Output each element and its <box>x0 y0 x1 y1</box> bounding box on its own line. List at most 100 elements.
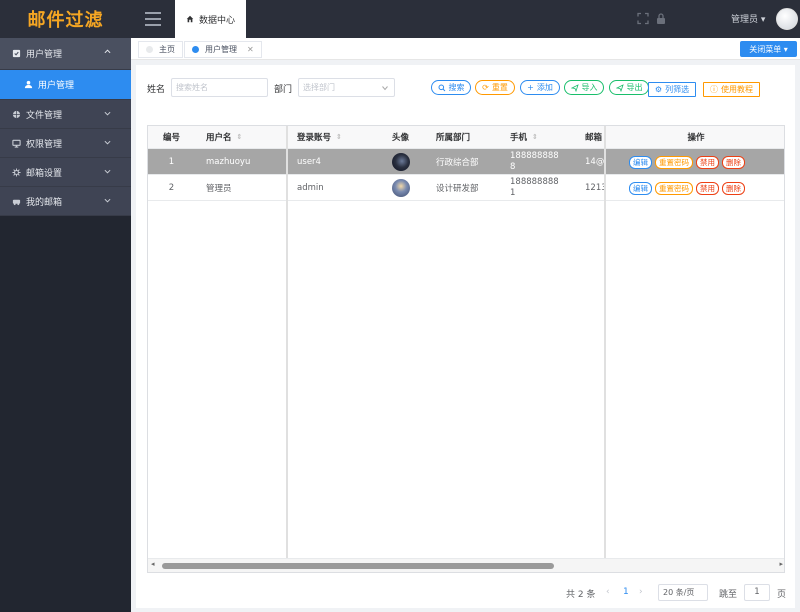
col-header-ops: 操作 <box>606 126 784 149</box>
page-unit-label: 页 <box>777 590 787 600</box>
column-filter-button[interactable]: ⚙ 列筛选 <box>648 82 696 97</box>
sort-icon[interactable]: ⇕ <box>336 133 342 141</box>
import-button[interactable]: 导入 <box>564 80 604 95</box>
export-button-label: 导出 <box>626 83 643 92</box>
add-button-label: 添加 <box>536 83 553 92</box>
fixed-column-divider <box>286 126 288 558</box>
sidebar-item-mailbox-settings[interactable]: 邮箱设置 <box>0 158 131 187</box>
search-icon <box>438 84 445 91</box>
tab-close-icon[interactable]: ✕ <box>247 45 254 54</box>
reset-button-label: 重置 <box>491 83 508 92</box>
close-menu-button[interactable]: 关闭菜单 ▾ <box>740 41 797 57</box>
horizontal-scrollbar[interactable]: ◂ ▸ <box>148 558 784 572</box>
add-button[interactable]: + 添加 <box>520 80 560 95</box>
export-button[interactable]: 导出 <box>609 80 649 95</box>
chevron-down-icon <box>104 111 111 116</box>
prev-page-icon[interactable]: ‹ <box>606 587 610 597</box>
search-button[interactable]: 搜索 <box>431 80 471 95</box>
page-size-select[interactable]: 20 条/页 <box>658 584 708 601</box>
delete-button[interactable]: 删除 <box>722 155 745 169</box>
page-number[interactable]: 1 <box>623 587 629 597</box>
edit-button[interactable]: 编辑 <box>629 181 652 195</box>
gear-icon: ⚙ <box>654 85 663 94</box>
lock-icon[interactable] <box>655 12 667 25</box>
tab-home-label: 主页 <box>159 45 175 54</box>
scrollbar-thumb[interactable] <box>162 563 554 569</box>
reset-button[interactable]: ⟳ 重置 <box>475 80 515 95</box>
page-size-value: 20 条/页 <box>663 588 695 597</box>
checkbox-icon <box>12 49 21 58</box>
chevron-down-icon <box>104 169 111 174</box>
col-header-phone[interactable]: 手机 ⇕ <box>510 126 580 149</box>
sidebar-item-label: 用户管理 <box>26 50 63 60</box>
chevron-up-icon <box>104 49 111 54</box>
tab-dot-icon <box>192 46 199 53</box>
top-header: 数据中心 管理员 ▾ <box>131 0 800 38</box>
sidebar-item-label: 邮箱设置 <box>26 168 63 179</box>
sidebar-item-file-management[interactable]: 文件管理 <box>0 100 131 129</box>
user-table: 编号 用户名 ⇕ 登录账号 ⇕ 头像 所属部门 手机 ⇕ 邮箱 操作 1 mazhuo… <box>147 125 785 573</box>
refresh-icon: ⟳ <box>482 83 489 92</box>
col-header-username[interactable]: 用户名 ⇕ <box>206 126 286 149</box>
tab-home[interactable]: 主页 <box>138 41 183 58</box>
goto-label: 跳至 <box>719 590 738 600</box>
disable-button[interactable]: 禁用 <box>696 181 719 195</box>
reset-password-button[interactable]: 重置密码 <box>655 155 693 169</box>
sidebar-item-permission-management[interactable]: 权限管理 <box>0 129 131 158</box>
sidebar-item-user-management[interactable]: 用户管理 <box>0 38 131 70</box>
main-content: 姓名 搜索姓名 部门 选择部门 搜索 ⟳ 重置 + 添加 导入 导出 ⚙ 列筛选… <box>136 65 795 608</box>
tab-data-center-label: 数据中心 <box>198 15 235 26</box>
col-header-dept: 所属部门 <box>436 126 506 149</box>
tutorial-button[interactable]: ⓘ 使用教程 <box>703 82 760 97</box>
disable-button[interactable]: 禁用 <box>696 155 719 169</box>
cell-phone-line1: 188888888 <box>510 151 559 161</box>
delete-button[interactable]: 删除 <box>722 181 745 195</box>
col-header-num: 编号 <box>148 126 195 149</box>
table-row[interactable]: 2 管理员 admin 设计研发部 188888888 1 1213 编辑 重置… <box>148 175 784 201</box>
scroll-right-icon[interactable]: ▸ <box>779 560 783 568</box>
chevron-down-icon <box>382 86 388 91</box>
sidebar-item-label: 用户管理 <box>38 81 75 91</box>
goto-page-input[interactable]: 1 <box>744 584 770 601</box>
tutorial-label: 使用教程 <box>721 85 753 94</box>
col-header-account[interactable]: 登录账号 ⇕ <box>297 126 377 149</box>
cell-email: 1213 <box>585 183 605 193</box>
cell-account: admin <box>297 183 324 193</box>
info-icon: ⓘ <box>710 85 718 94</box>
cell-phone: 188888888 1 <box>510 175 559 201</box>
send-icon <box>615 83 624 92</box>
reset-password-button[interactable]: 重置密码 <box>655 181 693 195</box>
scroll-left-icon[interactable]: ◂ <box>151 560 155 568</box>
fullscreen-icon[interactable] <box>637 12 649 25</box>
dept-filter-label: 部门 <box>274 85 293 95</box>
sort-icon[interactable]: ⇕ <box>237 133 243 141</box>
name-search-input[interactable]: 搜索姓名 <box>171 78 268 97</box>
globe-icon <box>12 110 21 118</box>
cell-dept: 行政综合部 <box>436 158 479 168</box>
cell-avatar <box>377 149 424 175</box>
chevron-down-icon <box>104 140 111 145</box>
tab-data-center[interactable]: 数据中心 <box>175 0 246 38</box>
sidebar-item-label: 权限管理 <box>26 139 63 150</box>
person-icon <box>24 80 33 89</box>
import-button-label: 导入 <box>581 83 598 92</box>
send-icon <box>570 83 579 92</box>
next-page-icon[interactable]: › <box>639 587 643 597</box>
app-logo: 邮件过滤 <box>0 0 131 38</box>
monitor-icon <box>12 139 21 148</box>
sidebar-item-user-management-sub[interactable]: 用户管理 <box>0 70 131 100</box>
user-avatar[interactable] <box>776 8 798 30</box>
sidebar-item-my-mailbox[interactable]: 我的邮箱 <box>0 187 131 216</box>
name-filter-label: 姓名 <box>147 85 166 95</box>
menu-toggle-icon[interactable] <box>145 12 161 26</box>
cell-username: 管理员 <box>206 184 232 194</box>
tab-user-management[interactable]: 用户管理 ✕ <box>184 41 262 58</box>
cell-dept: 设计研发部 <box>436 184 479 194</box>
sort-icon[interactable]: ⇕ <box>532 133 538 141</box>
dept-select[interactable]: 选择部门 <box>298 78 395 97</box>
table-row[interactable]: 1 mazhuoyu user4 行政综合部 188888888 8 14@q … <box>148 149 784 175</box>
edit-button[interactable]: 编辑 <box>629 155 652 169</box>
user-menu[interactable]: 管理员 ▾ <box>731 12 765 25</box>
sidebar: 用户管理 用户管理 文件管理 权限管理 邮箱设置 我的邮箱 <box>0 38 131 612</box>
cell-num: 1 <box>168 157 175 167</box>
